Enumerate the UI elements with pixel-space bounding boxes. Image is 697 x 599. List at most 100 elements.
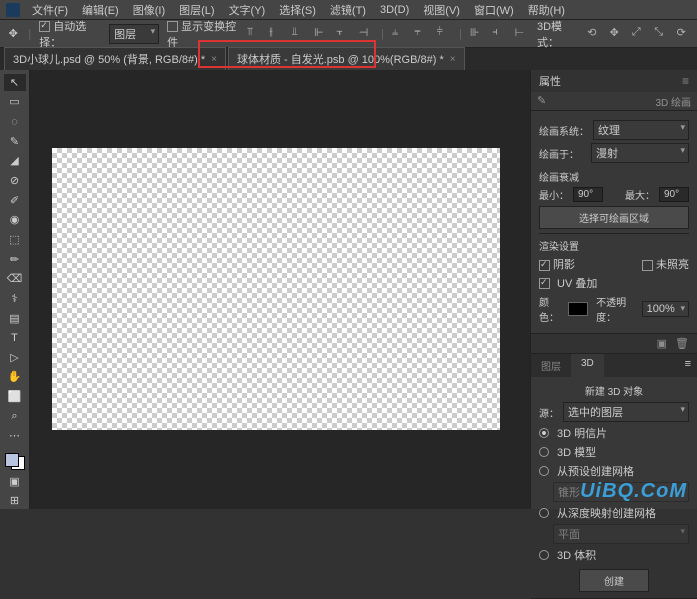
radio-mesh-preset[interactable] <box>539 466 549 476</box>
dist-icon-5[interactable]: ⫞ <box>492 26 506 42</box>
menu-view[interactable]: 视图(V) <box>417 0 466 20</box>
3d-scale-icon[interactable]: ⤡ <box>654 26 668 42</box>
panel-tab-strip: 图层 3D ≡ <box>531 354 697 377</box>
panel-menu-icon[interactable]: ≡ <box>682 74 689 88</box>
opacity-field[interactable]: 100% <box>642 301 689 317</box>
move-tool[interactable]: ↖ <box>4 74 26 91</box>
tab-label: 3D小球儿.psd @ 50% (背景, RGB/8#) * <box>13 51 205 67</box>
gradient-tool[interactable]: ⚕ <box>4 290 26 307</box>
pencil-tool[interactable]: ✏ <box>4 251 26 268</box>
3d-slide-icon[interactable]: ⤢ <box>632 26 646 42</box>
align-bottom-icon[interactable]: ⫫ <box>292 26 306 42</box>
screen-mode-icon[interactable]: ⊞ <box>4 492 26 509</box>
opt-volume-label: 3D 体积 <box>557 547 596 563</box>
align-vcenter-icon[interactable]: ⫲ <box>269 26 283 42</box>
canvas-viewport[interactable] <box>30 70 530 509</box>
align-left-icon[interactable]: ⊩ <box>314 26 328 42</box>
dist-icon-6[interactable]: ⊢ <box>515 26 529 42</box>
type-tool[interactable]: T <box>4 329 26 346</box>
eyedropper-tool[interactable]: ⊘ <box>4 172 26 189</box>
options-bar: ✥ | 自动选择： 图层 显示变换控件 ⫪ ⫲ ⫫ ⊩ ⫟ ⊣ | ⫨ ⫧ ⫩ … <box>0 20 697 48</box>
dist-icon-3[interactable]: ⫩ <box>437 26 451 42</box>
paint-system-dropdown[interactable]: 纹理 <box>593 120 689 140</box>
shape-tool[interactable]: ⬜ <box>4 388 26 405</box>
source-dropdown[interactable]: 选中的图层 <box>563 402 689 422</box>
unlit-checkbox[interactable] <box>642 260 653 271</box>
align-right-icon[interactable]: ⊣ <box>359 26 373 42</box>
foreground-color[interactable] <box>5 453 19 467</box>
crop-tool[interactable]: ◢ <box>4 153 26 170</box>
shadow-checkbox[interactable] <box>539 260 550 271</box>
menu-window[interactable]: 窗口(W) <box>468 0 520 20</box>
brush-icon[interactable]: ✎ <box>537 94 551 108</box>
select-paintable-area-button[interactable]: 选择可绘画区域 <box>539 206 689 229</box>
zoom-tool[interactable]: ⌕ <box>4 408 26 425</box>
wand-tool[interactable]: ✎ <box>4 133 26 150</box>
panel-title: 属性 <box>539 73 561 89</box>
document-tab-2[interactable]: 球体材质 - 自发光.psb @ 100%(RGB/8#) * × <box>228 47 465 70</box>
dist-icon-2[interactable]: ⫧ <box>414 26 428 42</box>
document-canvas[interactable] <box>52 148 500 430</box>
color-label: 颜色： <box>539 294 564 324</box>
auto-select-checkbox[interactable] <box>39 21 50 32</box>
dist-icon-4[interactable]: ⊪ <box>470 26 484 42</box>
opt-postcard-label: 3D 明信片 <box>557 425 607 441</box>
render-settings-title: 渲染设置 <box>539 238 689 253</box>
radio-postcard[interactable] <box>539 428 549 438</box>
right-panel-dock: 属性 ≡ ✎ 3D 绘画 绘画系统： 纹理 绘画于： 漫射 绘画衰减 最 <box>530 70 697 509</box>
marquee-tool[interactable]: ▭ <box>4 94 26 111</box>
properties-panel: 属性 ≡ ✎ 3D 绘画 绘画系统： 纹理 绘画于： 漫射 绘画衰减 最 <box>531 70 697 354</box>
render-icon[interactable]: ▣ <box>657 337 667 350</box>
max-angle-label: 最大： <box>625 187 655 202</box>
min-angle-field[interactable]: 90° <box>573 187 603 202</box>
menu-select[interactable]: 选择(S) <box>273 0 322 20</box>
3d-mode-label: 3D模式： <box>537 18 579 50</box>
dist-icon-1[interactable]: ⫨ <box>392 26 406 42</box>
uv-overlay-checkbox[interactable] <box>539 278 550 289</box>
max-angle-field[interactable]: 90° <box>659 187 689 202</box>
falloff-section-title: 绘画衰减 <box>539 169 689 184</box>
close-icon[interactable]: × <box>450 54 456 65</box>
color-swatch[interactable] <box>5 453 25 470</box>
3d-orbit-icon[interactable]: ⟲ <box>587 26 601 42</box>
menu-image[interactable]: 图像(I) <box>127 0 171 20</box>
menu-filter[interactable]: 滤镜(T) <box>324 0 372 20</box>
tab-3d[interactable]: 3D <box>571 354 604 377</box>
quick-mask-icon[interactable]: ▣ <box>4 473 26 490</box>
create-button[interactable]: 创建 <box>579 569 649 592</box>
align-top-icon[interactable]: ⫪ <box>247 26 261 42</box>
paint-on-dropdown[interactable]: 漫射 <box>591 143 689 163</box>
eraser-tool[interactable]: ⌫ <box>4 270 26 287</box>
panel-menu-icon[interactable]: ≡ <box>679 354 697 377</box>
radio-volume[interactable] <box>539 550 549 560</box>
radio-depth-map[interactable] <box>539 508 549 518</box>
blur-tool[interactable]: ▤ <box>4 310 26 327</box>
close-icon[interactable]: × <box>211 54 217 65</box>
tab-layers[interactable]: 图层 <box>531 354 571 377</box>
path-tool[interactable]: ▷ <box>4 349 26 366</box>
heal-tool[interactable]: ◉ <box>4 211 26 228</box>
menu-3d[interactable]: 3D(D) <box>374 2 415 18</box>
3d-pan-icon[interactable]: ✥ <box>610 26 624 42</box>
align-hcenter-icon[interactable]: ⫟ <box>336 26 350 42</box>
move-tool-icon[interactable]: ✥ <box>6 26 20 42</box>
app-logo <box>6 3 20 17</box>
show-transform-checkbox[interactable] <box>167 21 178 32</box>
paint-on-label: 绘画于： <box>539 146 587 161</box>
uv-overlay-label: UV 叠加 <box>557 275 597 291</box>
menu-bar: 文件(F) 编辑(E) 图像(I) 图层(L) 文字(Y) 选择(S) 滤镜(T… <box>0 0 697 20</box>
auto-select-dropdown[interactable]: 图层 <box>109 24 159 44</box>
lasso-tool[interactable]: ◌ <box>4 113 26 130</box>
radio-model[interactable] <box>539 447 549 457</box>
trash-icon[interactable]: 🗑 <box>675 337 689 350</box>
properties-icon-bar: ✎ 3D 绘画 <box>531 92 697 111</box>
stamp-tool[interactable]: ⬚ <box>4 231 26 248</box>
document-tab-1[interactable]: 3D小球儿.psd @ 50% (背景, RGB/8#) * × <box>4 47 226 70</box>
3d-roll-icon[interactable]: ⟳ <box>677 26 691 42</box>
uv-color-swatch[interactable] <box>568 302 588 316</box>
more-tools[interactable]: ⋯ <box>4 428 26 445</box>
hand-tool[interactable]: ✋ <box>4 369 26 386</box>
properties-panel-header[interactable]: 属性 ≡ <box>531 70 697 92</box>
brush-tool[interactable]: ✐ <box>4 192 26 209</box>
depth-map-dropdown[interactable]: 平面 <box>553 524 689 544</box>
